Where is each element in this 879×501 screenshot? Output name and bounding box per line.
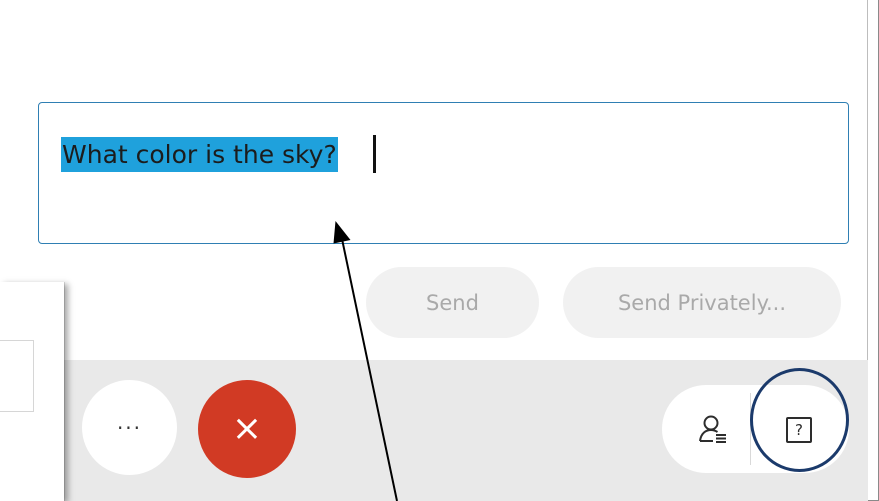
pill-divider xyxy=(750,393,751,465)
participants-button[interactable] xyxy=(697,414,729,446)
close-button[interactable]: × xyxy=(198,380,296,478)
send-privately-button[interactable]: Send Privately... xyxy=(563,267,841,338)
question-text-selected: What color is the sky? xyxy=(61,137,338,172)
toolbar-pill xyxy=(662,385,849,473)
question-input[interactable]: What color is the sky? xyxy=(38,102,849,244)
close-icon: × xyxy=(231,408,263,449)
help-icon: ? xyxy=(786,417,812,443)
help-button[interactable]: ? xyxy=(783,414,815,446)
side-panel xyxy=(0,282,64,501)
participants-icon xyxy=(699,415,726,443)
side-panel-field[interactable] xyxy=(0,340,34,412)
text-caret xyxy=(373,135,376,173)
send-button[interactable]: Send xyxy=(366,267,539,338)
more-horizontal-icon: ··· xyxy=(116,415,143,440)
more-options-button[interactable]: ··· xyxy=(82,380,177,475)
help-icon-glyph: ? xyxy=(795,421,803,439)
